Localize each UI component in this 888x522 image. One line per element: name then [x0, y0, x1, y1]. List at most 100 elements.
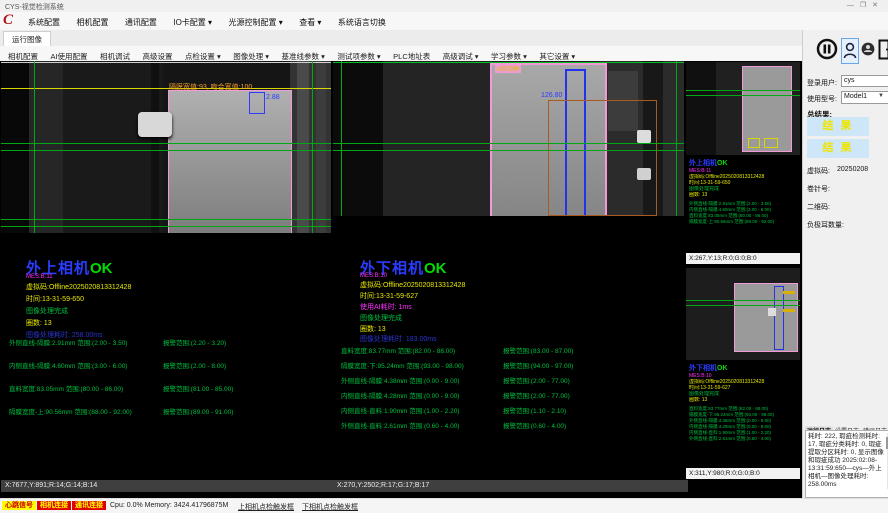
- alarm-range: 报警范围:(2.00 - 77.00): [503, 390, 570, 400]
- measure-row: 直料宽度:83.77mm 范围:(82.00 - 88.00): [341, 345, 455, 355]
- weld-spot: [637, 168, 651, 180]
- guide-line-green: [686, 300, 800, 301]
- measure-row: 隔膜宽度-上:90.56mm 范围:(88.00 - 92.00): [9, 406, 132, 416]
- guide-line-green: [686, 305, 800, 306]
- thumbnail-upper-camera[interactable]: 外上相机OK MES:B:11 虚拟码:Offline2025020813312…: [686, 62, 800, 264]
- guide-line-yellow: [1, 88, 331, 89]
- roi-box-orange: [548, 100, 657, 216]
- log-text: 耗时: 222, 瑕疵检测耗时: 17, 瑕疵分类耗时: 0, 瑕疵提取分区耗时…: [808, 433, 884, 488]
- measure-row: 内侧直线-隔膜:4.28mm 范围:(0.00 - 9.00): [341, 390, 459, 400]
- guide-line-green: [1, 226, 331, 227]
- right-sidebar: 登录用户: cys 使用型号: Model1 ▼ 总结果: 结 果 结 果 虚拟…: [802, 30, 888, 498]
- camera-name-label: 外上相机: [689, 160, 717, 167]
- guide-line-white: [1, 62, 331, 63]
- alarm-range: 报警范围:(1.10 - 2.10): [503, 405, 566, 415]
- elapsed-line: 图像处理耗时: 183.00ms: [360, 334, 437, 344]
- pixel-info-bar: X:270,Y:2502;R:17;G:17;B:17: [333, 480, 688, 492]
- pixel-info-bar: X:267,Y:13;R:0;G:0;B:0: [686, 253, 800, 264]
- mini-roi-yellow: [764, 138, 778, 148]
- thumbnail-image: [686, 62, 800, 155]
- machine-block: [686, 62, 716, 155]
- guide-line-green-vertical: [312, 61, 313, 233]
- alarm-range: 报警范围:(94.00 - 97.00): [503, 360, 573, 370]
- roi-box-blue: [774, 286, 784, 350]
- guide-line-green: [333, 143, 684, 144]
- alarm-range: 报警范围:(81.00 - 85.00): [163, 383, 233, 393]
- width-overlay-label: 隔膜宽值:93, 吻合宽值:100: [169, 82, 252, 92]
- alarm-range: 报警范围:(2.00 - 77.00): [503, 375, 570, 385]
- machine-block: [316, 61, 326, 233]
- maximize-icon[interactable]: ❐: [860, 2, 872, 9]
- image-workspace: 隔膜宽值:93, 吻合宽值:100 2.88 外上相机OK MES:B:11 虚…: [0, 61, 802, 498]
- thumbnail-image: [686, 268, 800, 360]
- machine-block: [383, 61, 493, 216]
- thumbnail-overlay-text: 外下相机OK MES:B:10 虚拟码:Offline2025020813312…: [689, 363, 797, 442]
- camera-panel-upper[interactable]: 隔膜宽值:93, 吻合宽值:100 2.88 外上相机OK MES:B:11 虚…: [1, 61, 331, 492]
- weld-spot: [637, 130, 651, 143]
- login-user-field[interactable]: cys: [841, 75, 888, 87]
- minimize-icon[interactable]: —: [847, 2, 860, 9]
- guide-line-green: [1, 150, 331, 151]
- camera-panel-lower[interactable]: AI检测框 126.80 外下相机OK MES:B:10 虚拟码:Offline…: [333, 61, 684, 492]
- menu-bar: C 系统配置 相机配置 通讯配置 IO卡配置 ▾ 光源控制配置 ▾ 查看 ▾ 系…: [0, 12, 888, 30]
- camera-image-lower[interactable]: AI检测框 126.80: [333, 61, 684, 216]
- thumbnail-overlay-text: 外上相机OK MES:B:11 虚拟码:Offline2025020813312…: [689, 158, 797, 225]
- guide-line-green-vertical: [341, 61, 342, 216]
- measure-row: 外侧直线-隔膜:4.38mm 范围:(0.00 - 9.00): [341, 375, 459, 385]
- time-line: 时间:13-31-59-650: [26, 294, 84, 304]
- toolbar: 相机配置 AI使用配置 相机调试 高级设置 点检设置 ▾ 图像处理 ▾ 基准线参…: [0, 46, 802, 62]
- menu-items: 系统配置 相机配置 通讯配置 IO卡配置 ▾ 光源控制配置 ▾ 查看 ▾ 系统语…: [22, 12, 392, 30]
- login-user-button[interactable]: [841, 38, 859, 64]
- virtual-code-label: 虚拟码:: [807, 166, 830, 176]
- measure-row: 隔膜宽度-上:90.56mm 范围:(88.00 - 92.00): [689, 219, 797, 225]
- ai-elapsed-line: 使用AI耗时: 1ms: [360, 302, 412, 312]
- alarm-range: 报警范围:(2.20 - 3.20): [163, 337, 226, 347]
- winding-pin-label: 卷针号:: [807, 184, 830, 194]
- mini-label-yellow: [783, 309, 795, 312]
- guide-line-green-vertical: [34, 61, 35, 233]
- mini-label-yellow: [783, 291, 795, 294]
- machine-block: [63, 61, 163, 233]
- thumbnail-lower-camera[interactable]: 外下相机OK MES:B:10 虚拟码:Offline2025020813312…: [686, 268, 800, 479]
- guide-line-green: [1, 143, 331, 144]
- alarm-range: 报警范围:(2.00 - 8.00): [163, 360, 226, 370]
- guide-line-green: [333, 150, 684, 151]
- measure-row: 隔膜宽度-下:95.24mm 范围:(93.00 - 98.00): [341, 360, 464, 370]
- camera-image-upper[interactable]: 隔膜宽值:93, 吻合宽值:100 2.88: [1, 61, 331, 233]
- barcode-line: 虚拟码:Offline2025020813312428: [360, 280, 465, 290]
- virtual-code-value: 20250208: [837, 166, 868, 173]
- guide-line-green: [686, 90, 800, 91]
- weld-spot: [768, 308, 776, 316]
- model-label: 使用型号:: [807, 94, 837, 104]
- mes-status-line: MES:B:11: [26, 274, 53, 280]
- heartbeat-badge: 心跳信号: [2, 501, 36, 510]
- barcode-line: 虚拟码:Offline2025020813312428: [26, 282, 131, 292]
- user-manager-button[interactable]: [861, 41, 875, 64]
- result-ok-label: OK: [424, 260, 447, 277]
- result-ok-label: OK: [717, 160, 728, 167]
- exit-button[interactable]: [878, 39, 888, 65]
- roi-value-label: 126.80: [541, 92, 562, 99]
- ai-detect-label: AI检测框: [495, 64, 521, 73]
- window-controls: —❐✕: [847, 1, 884, 9]
- log-output[interactable]: 耗时: 222, 瑕疵检测耗时: 17, 瑕疵分类耗时: 0, 瑕疵提取分区耗时…: [805, 430, 888, 498]
- pause-button[interactable]: [816, 38, 838, 65]
- alarm-range: 报警范围:(83.00 - 87.00): [503, 345, 573, 355]
- roi-box-blue: [249, 92, 265, 114]
- turns-line: 圈数: 13: [26, 318, 52, 328]
- measure-row: 外侧直线-直料:2.61mm 范围:(0.60 - 4.00): [689, 436, 797, 442]
- close-icon[interactable]: ✕: [872, 2, 884, 9]
- mes-status-line: MES:B:10: [360, 273, 387, 279]
- upper-camera-trigger-link[interactable]: 上相机点检触发框: [238, 502, 294, 512]
- time-line: 时间:13-31-59-627: [360, 291, 418, 301]
- comm-connect-badge: 通讯连接: [72, 501, 106, 510]
- measure-row: 内侧直线-隔膜:4.60mm 范围:(3.00 - 6.00): [9, 360, 127, 370]
- measure-row: 内侧直线-直料:1.90mm 范围:(1.00 - 2.20): [341, 405, 459, 415]
- measure-row: 外侧直线-直料:2.61mm 范围:(0.60 - 4.00): [341, 420, 459, 430]
- alarm-range: 报警范围:(0.60 - 4.00): [503, 420, 566, 430]
- camera-connect-badge: 相机连接: [37, 501, 71, 510]
- chevron-down-icon[interactable]: ▼: [878, 93, 884, 99]
- camera-name-label: 外下相机: [689, 365, 717, 372]
- negative-tab-count-label: 负极耳数量:: [807, 220, 844, 230]
- lower-camera-trigger-link[interactable]: 下相机点检触发框: [302, 502, 358, 512]
